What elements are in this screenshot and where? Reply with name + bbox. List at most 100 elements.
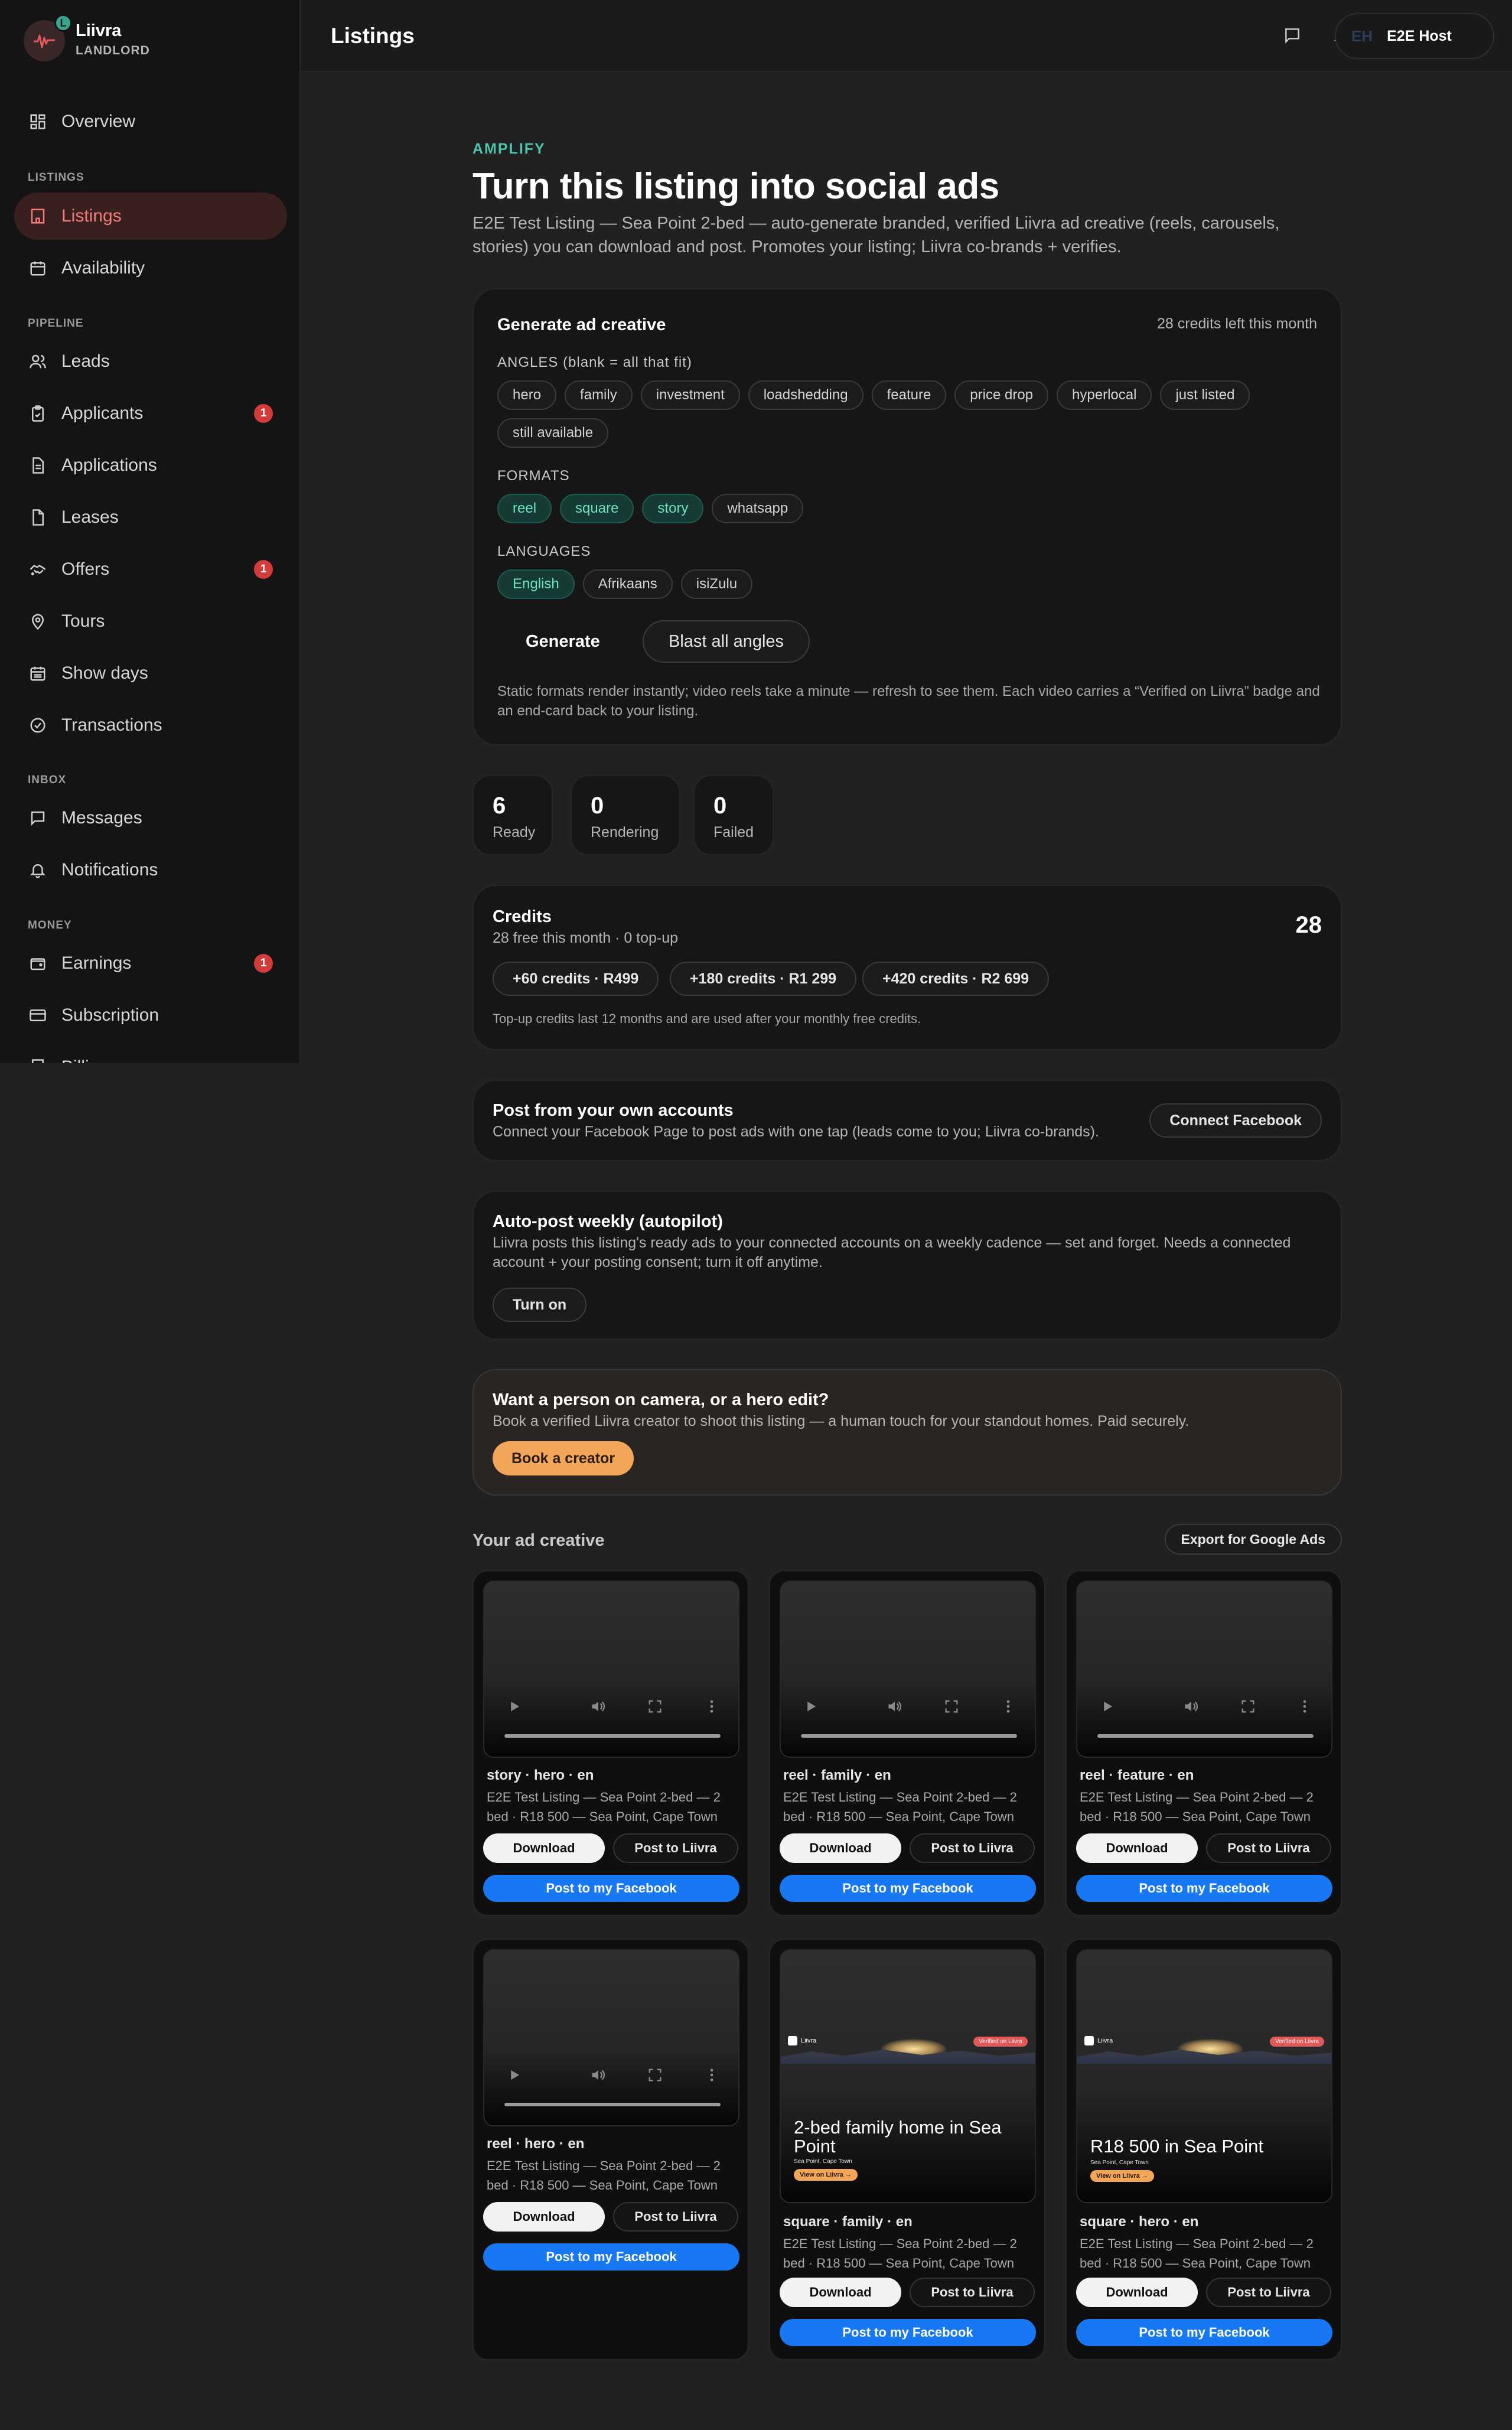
- sidebar-item-applications[interactable]: Applications: [14, 442, 287, 489]
- post-to-liivra-button[interactable]: Post to Liivra: [1206, 2278, 1331, 2307]
- card-title: Generate ad creative: [497, 315, 666, 334]
- messages-icon[interactable]: [1279, 22, 1305, 48]
- download-button[interactable]: Download: [483, 1833, 605, 1863]
- generate-card: Generate ad creative 28 credits left thi…: [472, 288, 1342, 745]
- sidebar-item-availability[interactable]: Availability: [14, 245, 287, 292]
- more-icon[interactable]: [702, 1696, 722, 1716]
- volume-icon[interactable]: [588, 2065, 608, 2085]
- sidebar-item-billing[interactable]: Billi: [14, 1044, 287, 1063]
- format-chip[interactable]: reel: [497, 494, 552, 523]
- angle-chip[interactable]: just listed: [1160, 380, 1250, 410]
- brand[interactable]: L Liivra LANDLORD: [24, 14, 295, 65]
- sidebar-item-tours[interactable]: Tours: [14, 598, 287, 645]
- sidebar-item-offers[interactable]: Offers 1: [14, 546, 287, 593]
- post-to-facebook-button[interactable]: Post to my Facebook: [483, 2243, 739, 2271]
- angle-chip[interactable]: loadshedding: [748, 380, 863, 410]
- format-chip[interactable]: square: [560, 494, 634, 523]
- fullscreen-icon[interactable]: [645, 1696, 665, 1716]
- sidebar: L Liivra LANDLORD LISTINGS PIPELINE INBO…: [0, 0, 301, 1063]
- volume-icon[interactable]: [1181, 1696, 1201, 1716]
- sidebar-item-earnings[interactable]: Earnings 1: [14, 940, 287, 987]
- video-player[interactable]: [483, 1949, 739, 2126]
- ad-image-preview[interactable]: Liivra Verified on Liivra R18 500 in Sea…: [1076, 1949, 1332, 2203]
- angle-chip[interactable]: price drop: [954, 380, 1049, 410]
- user-menu[interactable]: EH E2E Host: [1335, 13, 1494, 59]
- format-chip[interactable]: story: [642, 494, 704, 523]
- post-to-facebook-button[interactable]: Post to my Facebook: [780, 1875, 1036, 1902]
- volume-icon[interactable]: [885, 1696, 905, 1716]
- more-icon[interactable]: [702, 2065, 722, 2085]
- download-button[interactable]: Download: [780, 1833, 901, 1863]
- language-chip[interactable]: isiZulu: [680, 569, 753, 599]
- video-progress[interactable]: [801, 1734, 1017, 1738]
- turn-on-autopost-button[interactable]: Turn on: [493, 1288, 587, 1322]
- sidebar-item-listings[interactable]: Listings: [14, 193, 287, 240]
- angle-chip[interactable]: still available: [497, 418, 609, 448]
- sidebar-item-show-days[interactable]: Show days: [14, 650, 287, 697]
- play-icon[interactable]: [504, 1696, 524, 1716]
- download-button[interactable]: Download: [483, 2202, 605, 2232]
- export-google-ads-button[interactable]: Export for Google Ads: [1164, 1524, 1342, 1555]
- connect-facebook-button[interactable]: Connect Facebook: [1149, 1103, 1322, 1138]
- language-chip[interactable]: Afrikaans: [582, 569, 673, 599]
- download-button[interactable]: Download: [1076, 1833, 1198, 1863]
- fullscreen-icon[interactable]: [941, 1696, 962, 1716]
- sidebar-item-overview[interactable]: Overview: [14, 98, 287, 145]
- sidebar-item-label: Applicants: [61, 403, 144, 423]
- sidebar-item-leases[interactable]: Leases: [14, 494, 287, 541]
- post-to-facebook-button[interactable]: Post to my Facebook: [1076, 1875, 1332, 1902]
- sidebar-item-messages[interactable]: Messages: [14, 794, 287, 842]
- more-icon[interactable]: [1295, 1696, 1315, 1716]
- video-player[interactable]: [1076, 1581, 1332, 1758]
- angle-chip[interactable]: feature: [871, 380, 947, 410]
- post-to-liivra-button[interactable]: Post to Liivra: [1206, 1833, 1331, 1863]
- post-to-facebook-button[interactable]: Post to my Facebook: [483, 1875, 739, 1902]
- angle-chip[interactable]: family: [565, 380, 633, 410]
- ad-meta: story · hero · en: [487, 1767, 594, 1783]
- angle-chip[interactable]: hero: [497, 380, 557, 410]
- video-progress[interactable]: [504, 1734, 721, 1738]
- credit-pack-button[interactable]: +60 credits · R499: [493, 962, 659, 996]
- post-to-liivra-button[interactable]: Post to Liivra: [910, 1833, 1035, 1863]
- language-chip[interactable]: English: [497, 569, 575, 599]
- sidebar-item-subscription[interactable]: Subscription: [14, 992, 287, 1039]
- book-creator-button[interactable]: Book a creator: [493, 1441, 634, 1475]
- play-icon[interactable]: [1097, 1696, 1117, 1716]
- post-to-liivra-button[interactable]: Post to Liivra: [910, 2278, 1035, 2307]
- fullscreen-icon[interactable]: [645, 2065, 665, 2085]
- download-button[interactable]: Download: [780, 2278, 901, 2307]
- credit-pack-button[interactable]: +180 credits · R1 299: [670, 962, 857, 996]
- video-progress[interactable]: [504, 2103, 721, 2106]
- sidebar-item-notifications[interactable]: Notifications: [14, 846, 287, 894]
- fullscreen-icon[interactable]: [1238, 1696, 1258, 1716]
- play-icon[interactable]: [801, 1696, 821, 1716]
- format-chip[interactable]: whatsapp: [712, 494, 804, 523]
- download-button[interactable]: Download: [1076, 2278, 1198, 2307]
- sidebar-item-leads[interactable]: Leads: [14, 338, 287, 385]
- languages-label: LANGUAGES: [497, 543, 591, 559]
- more-icon[interactable]: [998, 1696, 1018, 1716]
- sidebar-item-applicants[interactable]: Applicants 1: [14, 390, 287, 437]
- map-pin-icon: [28, 612, 47, 631]
- ad-image-preview[interactable]: Liivra Verified on Liivra 2-bed family h…: [780, 1949, 1036, 2203]
- angle-chip[interactable]: hyperlocal: [1057, 380, 1152, 410]
- sidebar-item-transactions[interactable]: Transactions: [14, 702, 287, 749]
- post-to-liivra-button[interactable]: Post to Liivra: [613, 1833, 738, 1863]
- post-to-liivra-button[interactable]: Post to Liivra: [613, 2202, 738, 2232]
- generate-button[interactable]: Generate: [497, 620, 628, 663]
- play-icon[interactable]: [504, 2065, 524, 2085]
- post-to-facebook-button[interactable]: Post to my Facebook: [780, 2319, 1036, 2346]
- angles-hint: (blank = all that fit): [563, 354, 692, 370]
- ad-card: Liivra Verified on Liivra 2-bed family h…: [769, 1939, 1045, 2360]
- video-progress[interactable]: [1097, 1734, 1314, 1738]
- video-player[interactable]: [780, 1581, 1036, 1758]
- post-to-facebook-button[interactable]: Post to my Facebook: [1076, 2319, 1332, 2346]
- sidebar-item-label: Listings: [61, 206, 122, 226]
- volume-icon[interactable]: [588, 1696, 608, 1716]
- angle-chip[interactable]: investment: [640, 380, 740, 410]
- creative-heading: Your ad creative: [472, 1531, 605, 1550]
- ad-description: E2E Test Listing — Sea Point 2-bed — 2 b…: [487, 2158, 721, 2193]
- video-player[interactable]: [483, 1581, 739, 1758]
- blast-all-angles-button[interactable]: Blast all angles: [643, 620, 810, 663]
- credit-pack-button[interactable]: +420 credits · R2 699: [862, 962, 1050, 996]
